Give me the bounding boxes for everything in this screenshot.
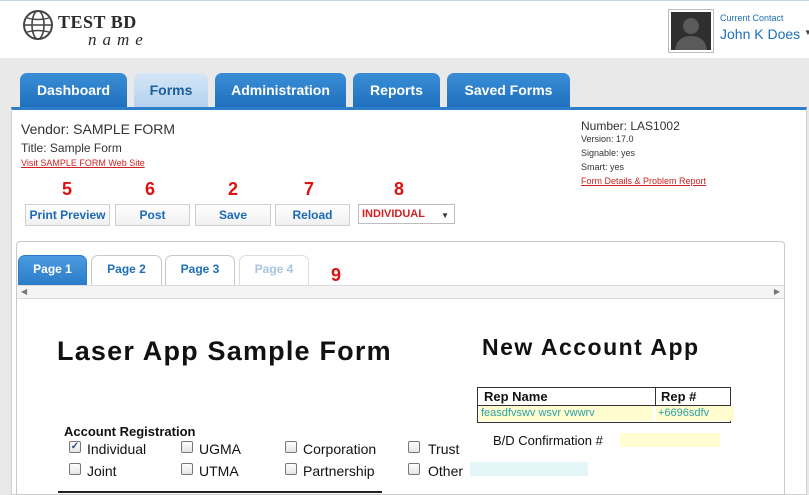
step-number-9: 9	[331, 265, 342, 285]
registration-type-select[interactable]: INDIVIDUAL ▼	[358, 204, 455, 224]
smart-value: yes	[610, 162, 625, 172]
signable-label: Signable:	[581, 148, 619, 158]
form-subtitle: New Account App	[482, 334, 700, 360]
version-label: Version:	[581, 134, 614, 144]
user-silhouette-icon	[675, 18, 707, 50]
partnership-checkbox[interactable]	[285, 463, 297, 475]
step-number-7: 7	[303, 179, 314, 199]
registration-type-value: INDIVIDUAL	[362, 208, 425, 220]
step-number-8: 8	[393, 179, 404, 199]
horizontal-scrollbar[interactable]: ◀ ▶	[17, 285, 784, 299]
rep-number-field[interactable]: +6696sdfv	[656, 406, 734, 421]
number-value: LAS1002	[630, 119, 680, 133]
trust-checkbox[interactable]	[408, 441, 420, 453]
current-contact-label: Current Contact	[720, 13, 784, 23]
corporation-checkbox[interactable]	[285, 441, 297, 453]
step-number-5: 5	[61, 179, 72, 199]
number-label: Number:	[581, 119, 628, 133]
current-contact-name[interactable]: John K Does	[720, 26, 800, 42]
utma-checkbox[interactable]	[181, 463, 193, 475]
signable-value: yes	[621, 148, 636, 158]
ugma-checkbox[interactable]	[181, 441, 193, 453]
form-smart: Smart: yes	[581, 162, 624, 172]
tab-page-4: Page 4	[239, 255, 309, 285]
reload-button[interactable]: Reload	[275, 204, 350, 226]
other-checkbox[interactable]	[408, 463, 420, 475]
account-registration-label: Account Registration	[64, 424, 196, 439]
form-number: Number: LAS1002	[581, 119, 680, 133]
tab-reports[interactable]: Reports	[353, 73, 440, 108]
utma-label: UTMA	[199, 463, 239, 479]
tab-saved-forms[interactable]: Saved Forms	[447, 73, 570, 108]
vendor-line: Vendor: SAMPLE FORM	[21, 121, 175, 137]
version-value: 17.0	[616, 134, 634, 144]
caret-down-icon: ▼	[441, 211, 449, 220]
step-number-6: 6	[144, 179, 155, 199]
rep-name-field[interactable]: feasdfvswv wsvr vwwrv	[479, 406, 653, 421]
joint-label: Joint	[87, 463, 117, 479]
step-number-2: 2	[227, 179, 238, 199]
app-header: TEST BD name Current Contact John K Does…	[0, 0, 809, 58]
save-button[interactable]: Save	[195, 204, 271, 226]
section-divider	[58, 491, 382, 493]
logo[interactable]: TEST BD name	[22, 9, 143, 49]
form-title: Laser App Sample Form	[57, 336, 392, 366]
rep-number-header: Rep #	[661, 389, 697, 404]
tab-dashboard[interactable]: Dashboard	[20, 73, 127, 108]
vendor-value: SAMPLE FORM	[73, 121, 176, 137]
joint-checkbox[interactable]	[69, 463, 81, 475]
globe-icon	[23, 10, 53, 40]
individual-label: Individual	[87, 441, 147, 457]
form-version: Version: 17.0	[581, 134, 634, 144]
other-label: Other	[428, 463, 464, 479]
trust-label: Trust	[428, 441, 460, 457]
check-icon: ✓	[70, 441, 80, 452]
tab-page-1[interactable]: Page 1	[18, 255, 87, 285]
partnership-label: Partnership	[303, 463, 375, 479]
title-label: Title:	[21, 141, 47, 155]
post-button[interactable]: Post	[115, 204, 190, 226]
ugma-label: UGMA	[199, 441, 241, 457]
logo-line2: name	[88, 30, 149, 49]
vendor-label: Vendor:	[21, 121, 70, 137]
form-signable: Signable: yes	[581, 148, 635, 158]
rep-table-divider	[655, 388, 656, 405]
rep-name-header: Rep Name	[484, 389, 548, 404]
other-field[interactable]	[470, 462, 588, 476]
form-details-link[interactable]: Form Details & Problem Report	[581, 176, 706, 186]
visit-website-link[interactable]: Visit SAMPLE FORM Web Site	[21, 158, 145, 168]
caret-down-icon[interactable]: ▼	[804, 28, 809, 37]
tab-forms[interactable]: Forms	[134, 73, 208, 108]
arrow-left-icon[interactable]: ◀	[21, 286, 27, 298]
avatar[interactable]	[668, 9, 714, 53]
tab-page-3[interactable]: Page 3	[165, 255, 235, 285]
corporation-label: Corporation	[303, 441, 377, 457]
title-value: Sample Form	[49, 141, 122, 155]
individual-checkbox[interactable]: ✓	[69, 441, 81, 453]
tab-page-2[interactable]: Page 2	[91, 255, 162, 285]
tab-administration[interactable]: Administration	[215, 73, 346, 108]
bd-confirmation-field[interactable]	[620, 433, 720, 447]
arrow-right-icon[interactable]: ▶	[774, 286, 780, 298]
bd-confirmation-label: B/D Confirmation #	[493, 433, 603, 448]
title-line: Title: Sample Form	[21, 141, 122, 155]
print-preview-button[interactable]: Print Preview	[25, 204, 110, 226]
smart-label: Smart:	[581, 162, 608, 172]
